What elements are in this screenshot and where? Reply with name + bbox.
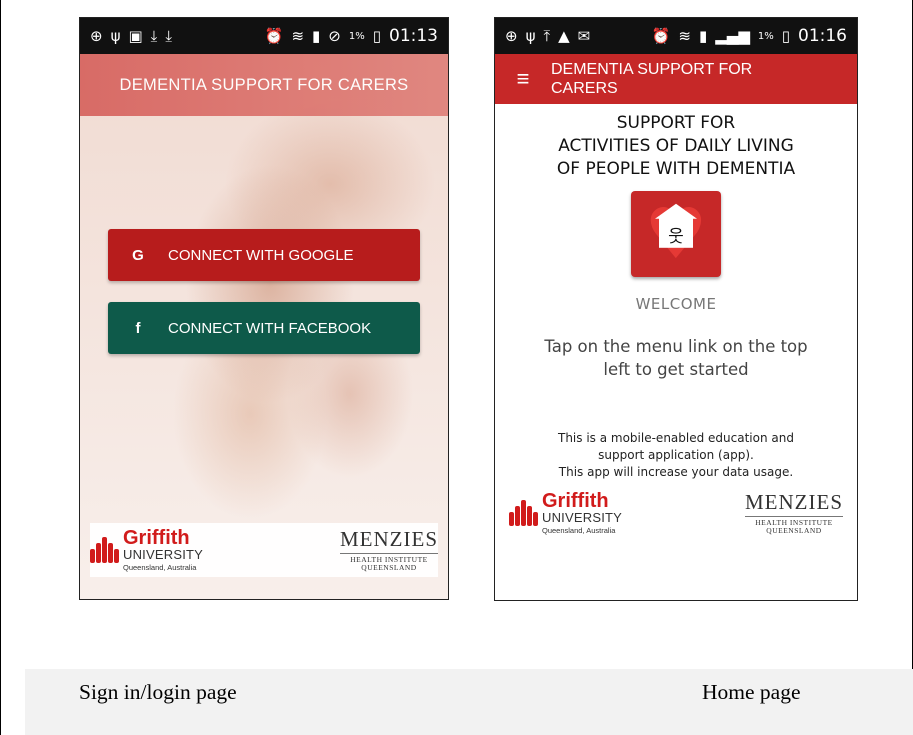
connect-google-button[interactable]: G CONNECT WITH GOOGLE	[108, 229, 420, 281]
menu-icon[interactable]: ≡	[495, 66, 551, 92]
griffith-logo: Griffith UNIVERSITY Queensland, Australi…	[509, 491, 622, 535]
download-icon: ⤓	[150, 26, 158, 45]
status-time: 01:16	[798, 26, 847, 46]
griffith-mark-icon	[90, 537, 119, 563]
google-icon: G	[132, 246, 144, 264]
app-title: DEMENTIA SUPPORT FOR CARERS	[551, 60, 752, 98]
heading-line3: OF PEOPLE WITH DEMENTIA	[556, 159, 796, 179]
heading-line2: ACTIVITIES OF DAILY LIVING	[558, 136, 794, 156]
sim-icon: ▮	[312, 26, 321, 45]
griffith-university: UNIVERSITY	[542, 510, 623, 526]
login-screen: ⊕ ψ ▣ ⤓ ⤓ ⏰ ≋ ▮ ⊘ 1% ▯ 01:13 DEMENTIA SU…	[79, 17, 449, 600]
mail-icon: ✉	[577, 26, 591, 45]
griffith-location: Queensland, Australia	[542, 526, 616, 536]
connect-facebook-label: CONNECT WITH FACEBOOK	[168, 319, 372, 337]
status-bar: ⊕ ψ ⤒ ▲ ✉ ⏰ ≋ ▮ ▂▄▆ 1% ▯ 01:16	[495, 18, 857, 54]
status-time: 01:13	[389, 26, 438, 46]
instruction-text: Tap on the menu link on the top left to …	[495, 335, 857, 381]
menzies-sub2: QUEENSLAND	[361, 562, 417, 572]
griffith-name: Griffith	[123, 527, 190, 550]
heading-line1: SUPPORT FOR	[616, 113, 736, 133]
welcome-text: WELCOME	[635, 295, 717, 313]
connect-facebook-button[interactable]: f CONNECT WITH FACEBOOK	[108, 302, 420, 354]
griffith-mark-icon	[509, 500, 538, 526]
partner-logos: Griffith UNIVERSITY Queensland, Australi…	[509, 486, 843, 540]
battery-percent: 1%	[757, 30, 774, 42]
app-title-line2: CARERS	[551, 80, 618, 97]
griffith-logo: Griffith UNIVERSITY Queensland, Australi…	[90, 528, 203, 572]
battery-icon: ▯	[781, 26, 790, 45]
page-heading: SUPPORT FOR ACTIVITIES OF DAILY LIVING O…	[495, 104, 857, 181]
info-line1: This is a mobile-enabled education and	[558, 431, 794, 445]
wifi-icon: ≋	[291, 26, 305, 45]
griffith-location: Queensland, Australia	[123, 563, 197, 573]
warning-icon: ▲	[558, 26, 570, 45]
app-logo-icon: ♥ 웃	[631, 191, 721, 277]
partner-logos: Griffith UNIVERSITY Queensland, Australi…	[90, 523, 438, 577]
status-bar: ⊕ ψ ▣ ⤓ ⤓ ⏰ ≋ ▮ ⊘ 1% ▯ 01:13	[80, 18, 448, 54]
info-line3: This app will increase your data usage.	[558, 465, 794, 479]
app-title: DEMENTIA SUPPORT FOR CARERS	[80, 54, 448, 116]
app-title-line1: DEMENTIA SUPPORT FOR	[551, 61, 753, 78]
caption-home: Home page	[702, 680, 801, 704]
menzies-name: MENZIES	[340, 527, 438, 551]
login-background: DEMENTIA SUPPORT FOR CARERS G CONNECT WI…	[80, 54, 448, 599]
menzies-sub2: QUEENSLAND	[766, 525, 822, 535]
alarm-icon: ⏰	[651, 26, 671, 45]
app-bar: ≡ DEMENTIA SUPPORT FOR CARERS	[495, 54, 857, 104]
info-text: This is a mobile-enabled education and s…	[495, 430, 857, 484]
caption-band: Sign in/login page Home page	[25, 669, 913, 735]
menzies-logo: MENZIES HEALTH INSTITUTE QUEENSLAND	[340, 529, 438, 571]
connect-google-label: CONNECT WITH GOOGLE	[168, 246, 354, 264]
battery-percent: 1%	[348, 30, 365, 42]
download-icon: ⤓	[165, 26, 172, 45]
griffith-name: Griffith	[542, 490, 609, 513]
info-line2: support application (app).	[598, 448, 754, 462]
griffith-university: UNIVERSITY	[123, 547, 204, 563]
notification-plus-icon: ⊕	[90, 26, 103, 45]
menzies-name: MENZIES	[745, 490, 843, 514]
facebook-icon: f	[135, 319, 141, 337]
usb-icon: ψ	[525, 26, 536, 45]
sim-icon: ▮	[698, 26, 708, 45]
instruction-line1: Tap on the menu link on the top	[544, 337, 808, 356]
home-screen: ⊕ ψ ⤒ ▲ ✉ ⏰ ≋ ▮ ▂▄▆ 1% ▯ 01:16 ≡ DEMENTI…	[494, 17, 858, 601]
no-signal-icon: ⊘	[328, 26, 341, 45]
usb-icon: ψ	[110, 26, 121, 45]
upload-icon: ⤒	[543, 26, 551, 45]
alarm-icon: ⏰	[264, 26, 284, 45]
menzies-logo: MENZIES HEALTH INSTITUTE QUEENSLAND	[745, 492, 843, 534]
signal-icon: ▂▄▆	[715, 26, 750, 45]
notification-plus-icon: ⊕	[505, 26, 518, 45]
image-icon: ▣	[128, 26, 143, 45]
wifi-icon: ≋	[678, 26, 691, 45]
battery-icon: ▯	[372, 26, 381, 45]
instruction-line2: left to get started	[603, 360, 749, 379]
caption-login: Sign in/login page	[79, 680, 237, 704]
